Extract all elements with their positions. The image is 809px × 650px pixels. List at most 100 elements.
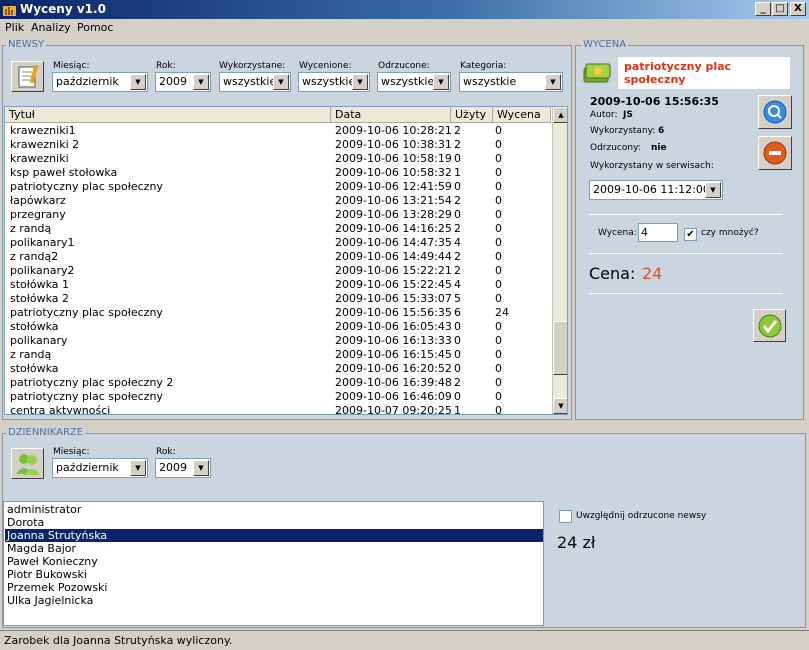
chevron-down-icon: ▼ <box>193 74 209 90</box>
wykorzystane-label: Wykorzystane: <box>219 61 286 71</box>
list-item[interactable]: Paweł Konieczny <box>5 555 543 568</box>
table-row[interactable]: krawezniki 2 2009-10-06 10:38:31 2 0 <box>5 138 550 152</box>
divider <box>589 253 783 254</box>
table-row[interactable]: z randą 2009-10-06 16:15:45 0 0 <box>5 348 550 362</box>
chevron-down-icon: ▼ <box>545 74 561 90</box>
cell-tytul: stołówka 1 <box>10 278 70 291</box>
cell-data: 2009-10-06 10:28:21 <box>335 124 452 137</box>
close-button[interactable]: X <box>790 2 806 16</box>
list-item[interactable]: administrator <box>5 503 543 516</box>
wycena-legend: WYCENA <box>581 39 629 50</box>
wykorzystane-combo[interactable]: wszystkie ▼ <box>219 72 291 92</box>
scroll-thumb[interactable] <box>553 321 567 375</box>
table-row[interactable]: stołówka 2009-10-06 16:20:52 0 0 <box>5 362 550 376</box>
cell-uzyty: 2 <box>454 138 461 151</box>
cell-data: 2009-10-06 10:58:19 <box>335 152 452 165</box>
table-row[interactable]: polikanary1 2009-10-06 14:47:35 4 0 <box>5 236 550 250</box>
table-row[interactable]: z randą 2009-10-06 14:16:25 2 0 <box>5 222 550 236</box>
cell-uzyty: 5 <box>454 292 461 305</box>
table-row[interactable]: patriotyczny plac społeczny 2 2009-10-06 … <box>5 376 550 390</box>
menu-pomoc[interactable]: Pomoc <box>77 21 113 34</box>
autor-value: JS <box>623 110 633 120</box>
rok-combo[interactable]: 2009 ▼ <box>155 72 211 92</box>
list-item[interactable]: Joanna Strutyńska <box>5 529 543 542</box>
divider <box>589 293 783 294</box>
scroll-down-icon[interactable]: ▼ <box>553 398 567 414</box>
serwis-combo[interactable]: 2009-10-06 11:12:00 ▼ <box>589 180 723 200</box>
odrzucony-label: Odrzucony: <box>590 143 641 153</box>
chevron-down-icon: ▼ <box>130 460 146 476</box>
scroll-up-icon[interactable]: ▲ <box>553 107 567 123</box>
cell-wycena: 0 <box>495 222 502 235</box>
reject-button[interactable] <box>758 136 792 170</box>
col-uzyty[interactable]: Użyty <box>451 107 493 123</box>
wycena-input[interactable]: 4 <box>638 223 678 242</box>
table-row[interactable]: krawezniki 2009-10-06 10:58:19 0 0 <box>5 152 550 166</box>
table-row[interactable]: polikanary 2009-10-06 16:13:33 0 0 <box>5 334 550 348</box>
list-item[interactable]: Przemek Pozowski <box>5 581 543 594</box>
cell-wycena: 0 <box>495 166 502 179</box>
cell-data: 2009-10-06 14:47:35 <box>335 236 452 249</box>
table-row[interactable]: stołówka 1 2009-10-06 15:22:45 4 0 <box>5 278 550 292</box>
wycena-title: patriotyczny plac społeczny <box>618 57 790 89</box>
odrzucone-combo[interactable]: wszystkie ▼ <box>377 72 451 92</box>
table-row[interactable]: łapówkarz 2009-10-06 13:21:54 2 0 <box>5 194 550 208</box>
minimize-button[interactable]: _ <box>755 2 771 16</box>
kategoria-combo[interactable]: wszystkie ▼ <box>459 72 563 92</box>
users-button[interactable] <box>11 448 44 479</box>
news-scrollbar[interactable]: ▲ ▼ <box>552 107 567 414</box>
newsy-legend: NEWSY <box>6 39 47 50</box>
money-icon <box>581 60 611 88</box>
cena-value: 24 <box>642 264 663 283</box>
menu-analizy[interactable]: Analizy <box>31 21 71 34</box>
dziennikarze-list[interactable]: administrator Dorota Joanna Strutyńska Magd… <box>3 501 544 626</box>
mnozyc-label: czy mnożyć? <box>701 228 759 238</box>
cell-data: 2009-10-06 16:13:33 <box>335 334 452 347</box>
cell-wycena: 0 <box>495 250 502 263</box>
col-wycena[interactable]: Wycena <box>493 107 551 123</box>
table-row[interactable]: patriotyczny plac społeczny 2009-10-06 12… <box>5 180 550 194</box>
cell-tytul: krawezniki <box>10 152 69 165</box>
serwis-label: Wykorzystany w serwisach: <box>590 161 714 171</box>
news-button[interactable] <box>11 61 44 92</box>
table-row[interactable]: stołówka 2 2009-10-06 15:33:07 5 0 <box>5 292 550 306</box>
wycenione-combo[interactable]: wszystkie ▼ <box>298 72 370 92</box>
list-item[interactable]: Dorota <box>5 516 543 529</box>
chevron-down-icon: ▼ <box>130 74 146 90</box>
cell-wycena: 0 <box>495 362 502 375</box>
table-row[interactable]: przegrany 2009-10-06 13:28:29 0 0 <box>5 208 550 222</box>
cell-uzyty: 0 <box>454 208 461 221</box>
cell-wycena: 0 <box>495 208 502 221</box>
mnozyc-checkbox[interactable]: ✔ <box>684 228 697 241</box>
table-row[interactable]: polikanary2 2009-10-06 15:22:21 2 0 <box>5 264 550 278</box>
table-row[interactable]: centra aktywności 2009-10-07 09:20:25 1 0 <box>5 404 550 414</box>
cell-tytul: polikanary1 <box>10 236 75 249</box>
menu-plik[interactable]: Plik <box>5 21 24 34</box>
cell-uzyty: 0 <box>454 320 461 333</box>
table-row[interactable]: z randą2 2009-10-06 14:49:44 2 0 <box>5 250 550 264</box>
cell-tytul: z randą <box>10 222 52 235</box>
dz-miesiac-combo[interactable]: październik ▼ <box>52 458 148 478</box>
col-data[interactable]: Data <box>331 107 451 123</box>
table-row[interactable]: patriotyczny plac społeczny 2009-10-06 15… <box>5 306 550 320</box>
table-row[interactable]: stołówka 2009-10-06 16:05:43 0 0 <box>5 320 550 334</box>
cell-wycena: 0 <box>495 376 502 389</box>
maximize-button[interactable]: □ <box>772 2 788 16</box>
search-button[interactable] <box>758 95 792 129</box>
list-item[interactable]: Piotr Bukowski <box>5 568 543 581</box>
list-item[interactable]: Ulka Jagielnicka <box>5 594 543 607</box>
list-item[interactable]: Magda Bajor <box>5 542 543 555</box>
cell-uzyty: 6 <box>454 306 461 319</box>
dz-rok-combo[interactable]: 2009 ▼ <box>155 458 211 478</box>
news-grid[interactable]: Tytuł Data Użyty Wycena krawezniki1 2009-… <box>4 106 568 415</box>
table-row[interactable]: ksp paweł stołowka 2009-10-06 10:58:32 1 0 <box>5 166 550 180</box>
uwzglednij-checkbox[interactable] <box>559 510 572 523</box>
cell-data: 2009-10-06 15:33:07 <box>335 292 452 305</box>
col-tytul[interactable]: Tytuł <box>5 107 331 123</box>
cell-data: 2009-10-06 15:22:21 <box>335 264 452 277</box>
table-row[interactable]: patriotyczny plac społeczny 2009-10-06 16… <box>5 390 550 404</box>
miesiac-combo[interactable]: październik ▼ <box>52 72 148 92</box>
confirm-button[interactable] <box>753 309 786 342</box>
table-row[interactable]: krawezniki1 2009-10-06 10:28:21 2 0 <box>5 124 550 138</box>
cell-tytul: łapówkarz <box>10 194 66 207</box>
